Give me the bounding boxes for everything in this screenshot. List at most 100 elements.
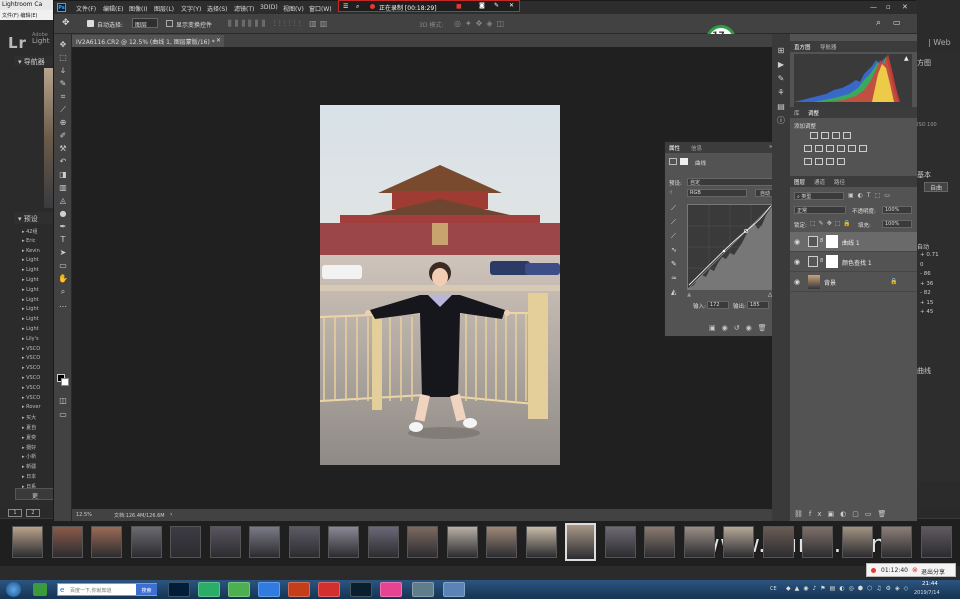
chain-icon[interactable]: 8 — [820, 238, 823, 244]
rec-stop-icon[interactable]: ■ — [456, 3, 462, 10]
quick-select-tool-icon[interactable]: ✎ — [58, 79, 68, 89]
color-balance-icon[interactable] — [826, 145, 834, 152]
tab-paths[interactable]: 路径 — [834, 178, 845, 186]
lr-bottom-button[interactable]: 更 — [15, 488, 55, 500]
tab-library[interactable]: 库 — [794, 109, 800, 117]
lock-icons[interactable]: ⬚✎✥⬚🔒 — [810, 220, 854, 227]
exposure-icon[interactable] — [843, 132, 851, 139]
layer-color-lookup-1[interactable]: ◉ 8 颜色查找 1 — [790, 252, 917, 272]
color-lookup-icon[interactable] — [804, 158, 812, 165]
tray-icons[interactable]: ◆▲◉♪⚑▤◐◎⬢⬡♫⚙◈◇ — [786, 585, 912, 592]
rec-list-icon[interactable]: ☰ — [343, 3, 348, 10]
lr-menu-file[interactable]: 文件(F) — [2, 13, 19, 19]
layer-background[interactable]: ◉ 背景 🔒 — [790, 272, 917, 292]
lr-preset-folder[interactable]: ▸ 买大 — [22, 414, 54, 424]
taskbar-baidu-netdisk[interactable] — [258, 582, 280, 597]
fill-field[interactable]: 100% — [882, 220, 912, 228]
camera-icon[interactable]: ◙ — [479, 2, 485, 9]
type-tool-icon[interactable]: T — [58, 235, 68, 245]
filmstrip-thumbnail[interactable] — [51, 526, 83, 558]
sample-gray-icon[interactable]: ⟋ — [671, 218, 676, 227]
search-button[interactable]: 搜索 — [136, 584, 157, 595]
filmstrip-thumbnail[interactable] — [841, 526, 873, 558]
filmstrip-thumbnail[interactable] — [12, 526, 43, 558]
rec-search-icon[interactable]: ⌕ — [356, 3, 359, 11]
path-select-tool-icon[interactable]: ➤ — [58, 248, 68, 258]
filmstrip-thumbnail[interactable] — [209, 526, 241, 558]
history-brush-tool-icon[interactable]: ↶ — [58, 157, 68, 167]
lr-preset-folder[interactable]: ▸ 日本 — [22, 473, 54, 483]
layer-mask-thumb[interactable] — [826, 235, 838, 248]
filmstrip-thumbnail[interactable] — [91, 526, 122, 558]
brush-settings-icon[interactable]: ✎ — [776, 74, 786, 84]
ps-close-button[interactable]: ✕ — [902, 3, 908, 11]
lr-preset-folder[interactable]: ▸ Light — [22, 316, 54, 326]
preset-dropdown[interactable]: 自定 — [687, 178, 775, 186]
lr-view-2[interactable]: 2 — [26, 509, 40, 517]
ps-menu-window[interactable]: 窗口(W) — [309, 4, 332, 13]
tab-histogram[interactable]: 直方图 — [794, 43, 811, 51]
filmstrip-thumbnail[interactable] — [683, 526, 715, 558]
taskbar-app-360[interactable] — [33, 583, 47, 596]
lr-preset-folder[interactable]: ▸ 摄好 — [22, 444, 54, 454]
history-icon[interactable]: ⊞ — [776, 46, 786, 56]
target-adjust-icon[interactable]: ☝ — [669, 190, 672, 196]
auto-select-checkbox[interactable] — [87, 20, 94, 27]
eyedropper-tool-icon[interactable]: ⟋ — [58, 105, 68, 115]
histogram-warning-icon[interactable]: ▲ — [904, 55, 909, 62]
lr-preset-folder[interactable]: ▸ Lily's — [22, 336, 54, 346]
screen-mode-icon[interactable]: ▭ — [58, 410, 68, 420]
black-point-slider[interactable]: ▲ — [687, 292, 691, 298]
lr-view-1[interactable]: 1 — [8, 509, 22, 517]
align-icons[interactable]: ⫼⫼⫼⫼⫼⫼ ⫶⫶⫶⫶⫶⫶ ▥▥ — [228, 19, 330, 29]
filmstrip-thumbnail[interactable] — [170, 526, 201, 558]
layer-kind-filter[interactable]: ⌕ 类型 — [794, 192, 844, 200]
mask-icon[interactable] — [680, 158, 688, 165]
threshold-icon[interactable] — [837, 158, 845, 165]
lr-preset-folder[interactable]: ▸ VSCO — [22, 395, 54, 405]
filmstrip-thumbnail[interactable] — [802, 526, 833, 558]
lr-preset-folder[interactable]: ▸ Light — [22, 267, 54, 277]
filmstrip-thumbnail[interactable] — [920, 526, 952, 558]
lr-preset-folder[interactable]: ▸ Kevin — [22, 248, 54, 258]
ime-indicator[interactable]: CE — [770, 586, 777, 592]
lr-navigator-header[interactable]: ▾ 导航器 — [14, 56, 54, 66]
start-button[interactable] — [6, 582, 21, 597]
lr-preset-folder[interactable]: ▸ VSCO — [22, 385, 54, 395]
tab-channels[interactable]: 通道 — [814, 178, 825, 186]
taskbar-app-red[interactable] — [318, 582, 340, 597]
taskbar-app-hat[interactable] — [412, 582, 434, 597]
actions-icon[interactable]: ▶ — [776, 60, 786, 70]
workspace-icon[interactable]: ▭ — [893, 18, 901, 27]
ps-menu-filter[interactable]: 滤镜(T) — [234, 4, 254, 13]
eraser-tool-icon[interactable]: ◨ — [58, 170, 68, 180]
tab-layers[interactable]: 图层 — [794, 178, 805, 186]
lr-preset-folder[interactable]: ▸ Light — [22, 277, 54, 287]
eye-icon[interactable]: ◉ — [794, 278, 800, 286]
layer-curves-1[interactable]: ◉ 8 曲线 1 — [790, 232, 917, 252]
smooth-curve-icon[interactable]: ≈ — [671, 274, 677, 282]
lr-preset-folder[interactable]: ▸ 夏奕 — [22, 434, 54, 444]
lr-preset-folder[interactable]: ▸ Rover — [22, 404, 54, 414]
info-icon[interactable]: ⓘ — [776, 116, 786, 126]
close-tab-icon[interactable]: ✕ — [216, 37, 221, 44]
3d-mode-icons[interactable]: ◎✦✥◈◫ — [454, 19, 508, 28]
filmstrip-thumbnail[interactable] — [644, 526, 675, 558]
lr-preset-folder[interactable]: ▸ Light — [22, 326, 54, 336]
chain-icon[interactable]: 8 — [820, 258, 823, 264]
move-tool-icon[interactable]: ✥ — [58, 40, 68, 50]
ps-menu-image[interactable]: 图像(I) — [129, 4, 147, 13]
filmstrip-thumbnail[interactable] — [723, 526, 754, 558]
hue-sat-icon[interactable] — [815, 145, 823, 152]
marquee-tool-icon[interactable]: ⬚ — [58, 53, 68, 63]
pen-icon[interactable]: ✎ — [494, 2, 499, 9]
lr-preset-folder[interactable]: ▸ VSCO — [22, 346, 54, 356]
ps-minimize-button[interactable]: — — [870, 3, 877, 11]
exit-share-icon[interactable]: ⊗ — [912, 566, 918, 574]
exit-share-button[interactable]: 退出分享 — [921, 567, 945, 576]
filmstrip-thumbnail[interactable] — [604, 526, 636, 558]
clip-warning-icon[interactable]: ◭ — [671, 288, 676, 296]
lr-preset-folder[interactable]: ▸ 新疆 — [22, 463, 54, 473]
pen-tool-icon[interactable]: ✒ — [58, 222, 68, 232]
filmstrip-thumbnail[interactable] — [367, 526, 399, 558]
